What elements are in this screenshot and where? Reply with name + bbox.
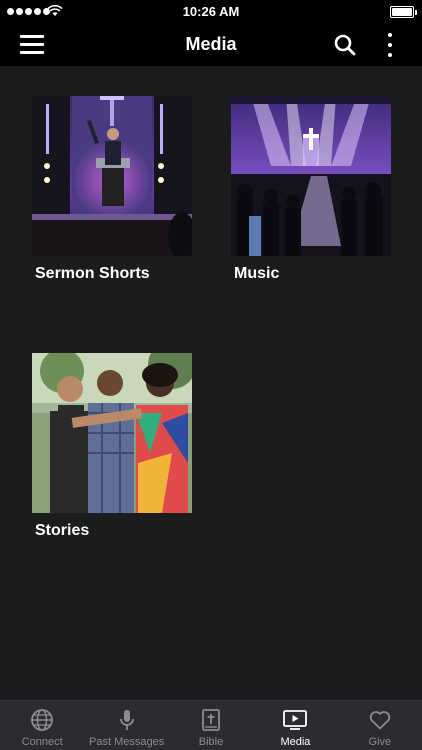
bible-icon xyxy=(202,709,220,731)
tab-label: Give xyxy=(368,736,392,748)
status-bar: 10:26 AM xyxy=(0,0,422,24)
status-time: 10:26 AM xyxy=(182,4,240,19)
tile-label: Sermon Shorts xyxy=(35,265,150,282)
globe-icon xyxy=(31,709,54,731)
media-tile-sermon-shorts[interactable]: Sermon Shorts xyxy=(32,96,192,283)
tile-label: Music xyxy=(234,265,280,282)
stories-thumbnail xyxy=(32,353,192,513)
tab-media[interactable]: Media xyxy=(253,701,337,750)
tab-bar: Connect Past Messages Bible Media Give xyxy=(0,700,422,750)
sermon-shorts-thumbnail xyxy=(32,96,192,256)
tab-past-messages[interactable]: Past Messages xyxy=(84,701,168,750)
tab-bible[interactable]: Bible xyxy=(169,701,253,750)
tab-label: Media xyxy=(280,736,311,748)
search-icon[interactable] xyxy=(333,33,357,57)
tab-label: Connect xyxy=(21,736,63,748)
tab-label: Past Messages xyxy=(89,736,165,748)
microphone-icon xyxy=(119,710,134,730)
page-title: Media xyxy=(185,34,237,54)
media-tile-music[interactable]: Music xyxy=(231,96,391,283)
tab-connect[interactable]: Connect xyxy=(0,701,84,750)
heart-icon xyxy=(369,711,391,730)
tab-label: Bible xyxy=(198,736,224,748)
tab-give[interactable]: Give xyxy=(338,701,422,750)
more-options-icon[interactable] xyxy=(384,33,396,57)
nav-bar: Media xyxy=(0,24,422,66)
play-screen-icon xyxy=(283,710,308,730)
battery-icon xyxy=(390,6,417,18)
music-thumbnail xyxy=(231,96,391,256)
tile-label: Stories xyxy=(35,522,90,539)
media-tile-stories[interactable]: Stories xyxy=(32,353,192,540)
